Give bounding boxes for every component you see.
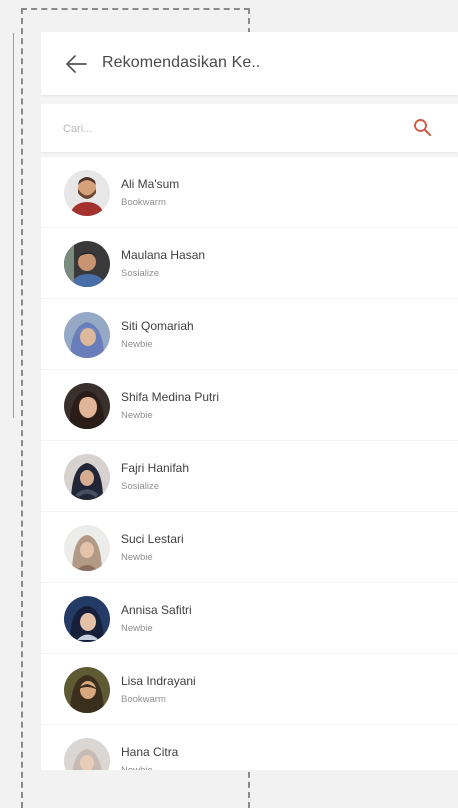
user-name: Shifa Medina Putri (121, 390, 220, 404)
avatar (64, 170, 110, 216)
user-role: Sosialize (121, 481, 160, 492)
list-item[interactable]: Annisa Safitri Newbie (41, 583, 458, 653)
user-name: Hana Citra (121, 745, 179, 759)
avatar (64, 454, 110, 500)
recommend-panel: Rekomendasikan Ke.. Ali Ma'sum Book (41, 32, 458, 770)
user-role: Newbie (121, 339, 153, 350)
list-item[interactable]: Hana Citra Newbie (41, 725, 458, 770)
list-item[interactable]: Lisa Indrayani Bookwarm (41, 654, 458, 724)
list-item[interactable]: Shifa Medina Putri Newbie (41, 370, 458, 440)
search-icon[interactable] (412, 117, 434, 139)
user-name: Ali Ma'sum (121, 177, 180, 191)
user-name: Suci Lestari (121, 532, 184, 546)
list-item[interactable]: Maulana Hasan Sosialize (41, 228, 458, 298)
avatar (64, 312, 110, 358)
user-role: Newbie (121, 552, 153, 563)
user-role: Newbie (121, 765, 153, 770)
search-bar (41, 104, 458, 152)
user-name: Lisa Indrayani (121, 674, 196, 688)
arrow-left-icon[interactable] (63, 52, 89, 76)
avatar (64, 738, 110, 770)
avatar (64, 525, 110, 571)
header-bar: Rekomendasikan Ke.. (41, 32, 458, 95)
list-item[interactable]: Suci Lestari Newbie (41, 512, 458, 582)
search-input[interactable] (61, 116, 385, 142)
user-role: Bookwarm (121, 197, 166, 208)
page-title: Rekomendasikan Ke.. (102, 54, 261, 71)
user-name: Annisa Safitri (121, 603, 192, 617)
user-name: Siti Qomariah (121, 319, 194, 333)
list-item[interactable]: Siti Qomariah Newbie (41, 299, 458, 369)
avatar (64, 383, 110, 429)
user-list: Ali Ma'sum Bookwarm Maulana Hasan Sosial… (41, 157, 458, 770)
avatar (64, 241, 110, 287)
avatar (64, 596, 110, 642)
list-item[interactable]: Ali Ma'sum Bookwarm (41, 157, 458, 227)
user-name: Maulana Hasan (121, 248, 206, 262)
left-divider (13, 33, 14, 418)
user-role: Newbie (121, 410, 153, 421)
user-role: Bookwarm (121, 694, 166, 705)
user-role: Newbie (121, 623, 153, 634)
user-role: Sosialize (121, 268, 160, 279)
user-name: Fajri Hanifah (121, 461, 190, 475)
avatar (64, 667, 110, 713)
list-item[interactable]: Fajri Hanifah Sosialize (41, 441, 458, 511)
